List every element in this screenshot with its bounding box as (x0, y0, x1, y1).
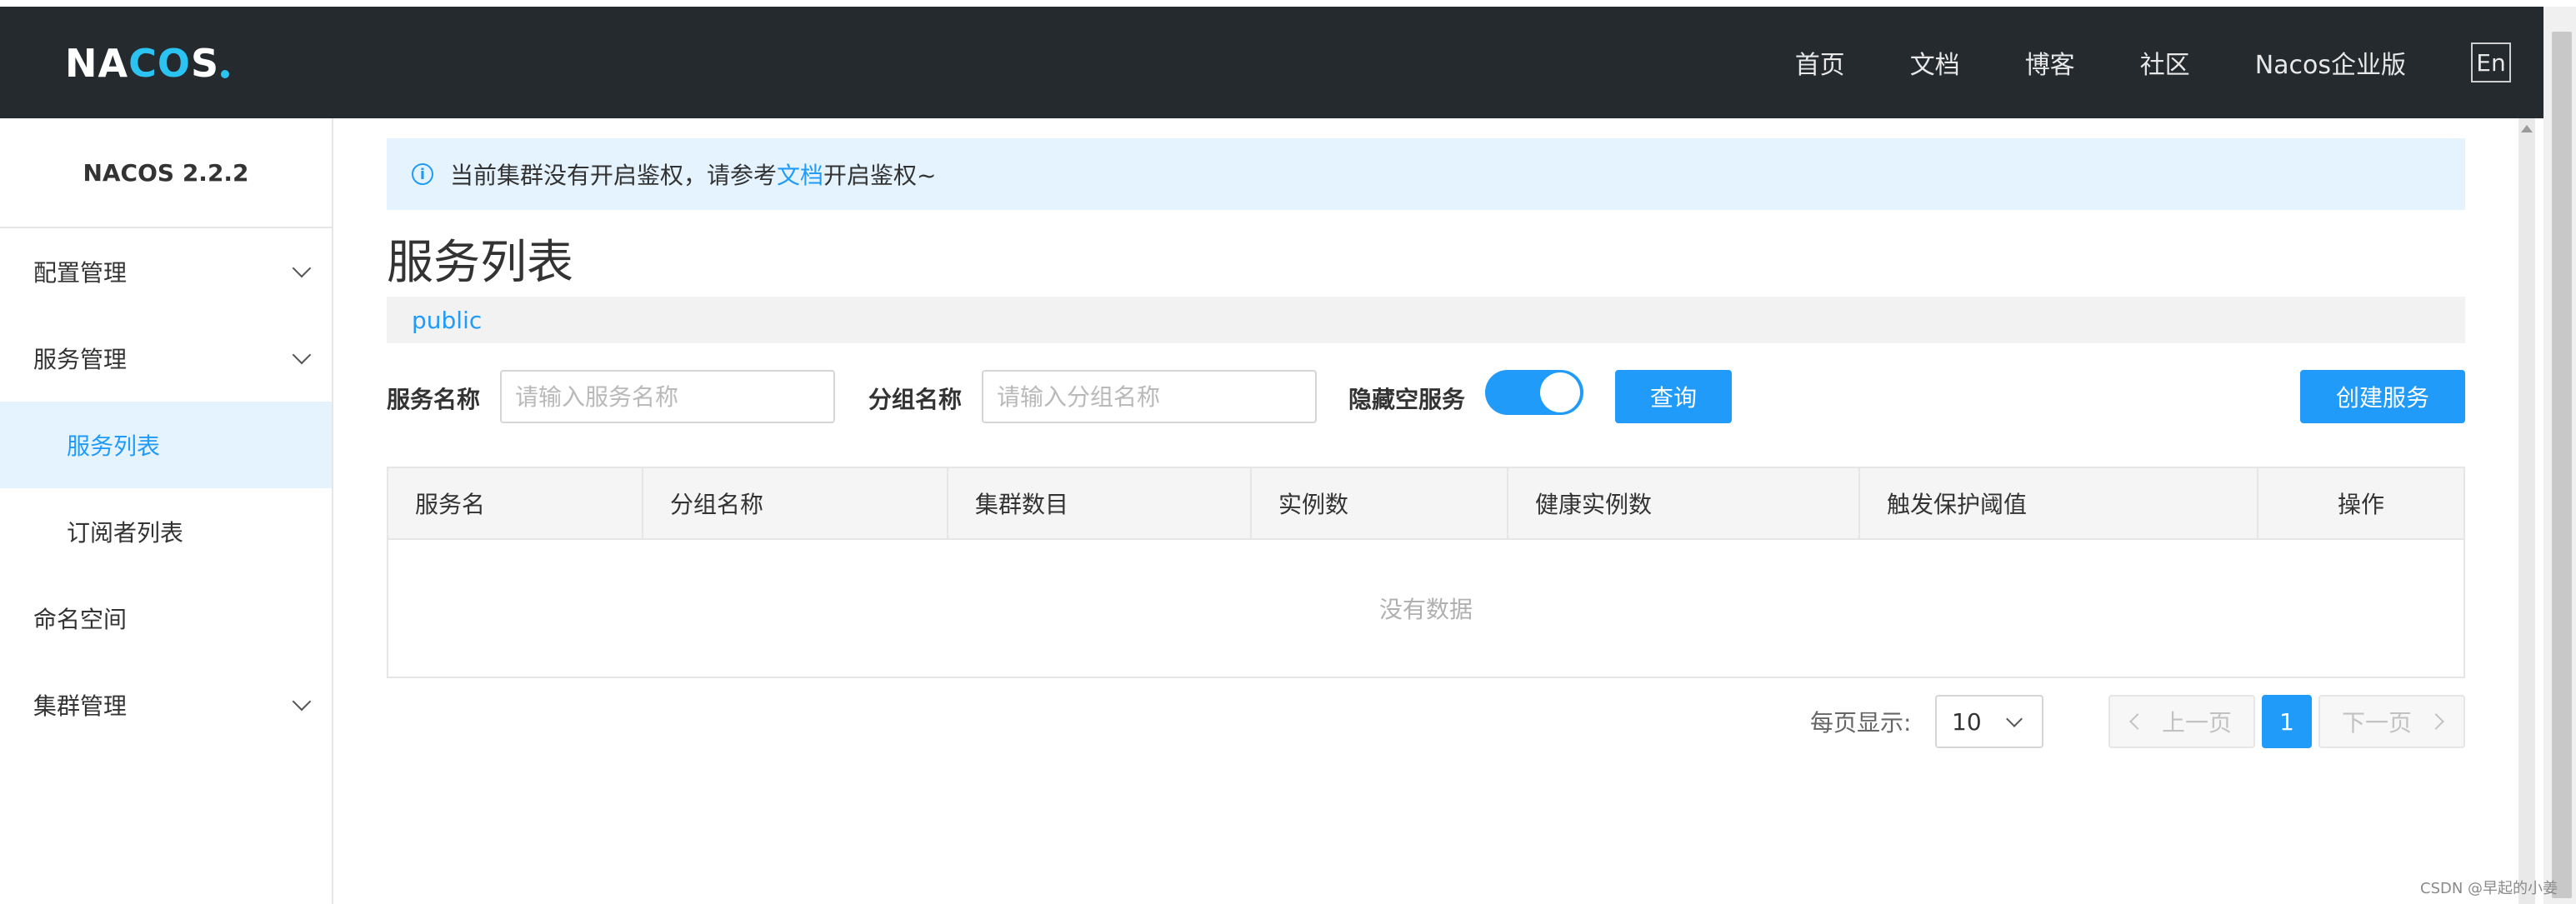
logo-text: NACOS (65, 41, 220, 86)
next-page-button[interactable]: 下一页 (2318, 695, 2465, 748)
hide-empty-service-toggle[interactable] (1485, 370, 1583, 415)
chevron-down-icon (292, 345, 312, 365)
sidebar-item-config-management[interactable]: 配置管理 (0, 228, 332, 315)
nav-enterprise[interactable]: Nacos企业版 (2255, 44, 2406, 81)
window-top-edge (0, 0, 2576, 7)
column-header-healthy-instance-count: 健康实例数 (1508, 468, 1860, 538)
service-name-label: 服务名称 (387, 386, 481, 413)
prev-page-label: 上一页 (2161, 709, 2232, 737)
column-header-cluster-count: 集群数目 (948, 468, 1252, 538)
filter-bar: 服务名称 分组名称 隐藏空服务 查询 创建服务 (387, 370, 2465, 423)
chevron-down-icon (292, 692, 312, 712)
sidebar-item-service-management[interactable]: 服务管理 (0, 315, 332, 402)
empty-table-text: 没有数据 (1378, 596, 1473, 623)
column-header-actions: 操作 (2337, 491, 2384, 518)
service-table: 服务名 分组名称 集群数目 实例数 健康实例数 触发保护阈值 操作 没有数据 (387, 467, 2465, 678)
toggle-knob (1540, 372, 1580, 412)
create-service-button[interactable]: 创建服务 (2300, 370, 2465, 423)
notice-text-suffix: 开启鉴权~ (823, 162, 937, 189)
chevron-left-icon (2129, 713, 2146, 730)
nav-blog[interactable]: 博客 (2025, 44, 2075, 81)
sidebar-item-service-list[interactable]: 服务列表 (0, 402, 332, 488)
sidebar-item-cluster-management[interactable]: 集群管理 (0, 662, 332, 748)
scrollbar-thumb[interactable] (2552, 32, 2572, 898)
sidebar-item-label: 服务管理 (33, 346, 128, 373)
column-header-group-name: 分组名称 (643, 468, 948, 538)
column-header-instance-count: 实例数 (1252, 468, 1508, 538)
top-nav: 首页 文档 博客 社区 Nacos企业版 En (1730, 7, 2511, 118)
table-header: 服务名 分组名称 集群数目 实例数 健康实例数 触发保护阈值 操作 (388, 468, 2463, 540)
sidebar-item-namespace[interactable]: 命名空间 (0, 575, 332, 662)
sidebar-item-label: 命名空间 (33, 606, 128, 633)
chevron-down-icon (292, 258, 312, 278)
next-page-label: 下一页 (2341, 709, 2412, 737)
service-name-input[interactable] (500, 370, 835, 423)
column-header-protect-threshold: 触发保护阈值 (1860, 468, 2258, 538)
auth-notice: i 当前集群没有开启鉴权，请参考 文档 开启鉴权~ (387, 138, 2465, 210)
chevron-right-icon (2428, 713, 2444, 730)
hide-empty-service-label: 隐藏空服务 (1348, 386, 1466, 413)
group-name-input[interactable] (982, 370, 1317, 423)
docs-link[interactable]: 文档 (777, 157, 823, 191)
window-scrollbar[interactable] (2543, 7, 2576, 904)
namespace-bar: public (387, 297, 2465, 343)
nav-home[interactable]: 首页 (1795, 44, 1845, 81)
prev-page-button[interactable]: 上一页 (2108, 695, 2255, 748)
chevron-down-icon (2006, 711, 2023, 727)
watermark-text: CSDN @早起的小姜 (2420, 880, 2558, 897)
notice-text: 当前集群没有开启鉴权，请参考 (450, 162, 778, 189)
page-size-value: 10 (1952, 707, 1982, 736)
sidebar: NACOS 2.2.2 配置管理 服务管理 服务列表 订阅者列表 命名空间 集群… (0, 118, 333, 904)
sidebar-item-label: 服务列表 (67, 432, 161, 460)
page-number-1[interactable]: 1 (2262, 695, 2312, 748)
info-icon: i (412, 163, 433, 185)
column-header-service-name: 服务名 (388, 468, 643, 538)
logo-dot-icon (221, 70, 230, 78)
sidebar-item-label: 配置管理 (33, 259, 128, 287)
sidebar-item-subscriber-list[interactable]: 订阅者列表 (0, 488, 332, 575)
nav-community[interactable]: 社区 (2140, 44, 2190, 81)
sidebar-item-label: 订阅者列表 (67, 519, 184, 547)
per-page-label: 每页显示: (1810, 709, 1912, 737)
language-toggle-button[interactable]: En (2471, 42, 2511, 82)
page-title: 服务列表 (387, 236, 573, 290)
scroll-up-arrow-icon[interactable] (2521, 125, 2533, 132)
namespace-public-link[interactable]: public (412, 307, 482, 334)
page-size-select[interactable]: 10 (1935, 695, 2043, 748)
content-scrollbar[interactable] (2518, 118, 2535, 904)
sidebar-item-label: 集群管理 (33, 692, 128, 720)
nacos-logo[interactable]: NACOS (65, 40, 230, 87)
group-name-label: 分组名称 (868, 386, 963, 413)
query-button[interactable]: 查询 (1615, 370, 1732, 423)
nav-docs[interactable]: 文档 (1910, 44, 1960, 81)
version-label: NACOS 2.2.2 (0, 118, 332, 228)
